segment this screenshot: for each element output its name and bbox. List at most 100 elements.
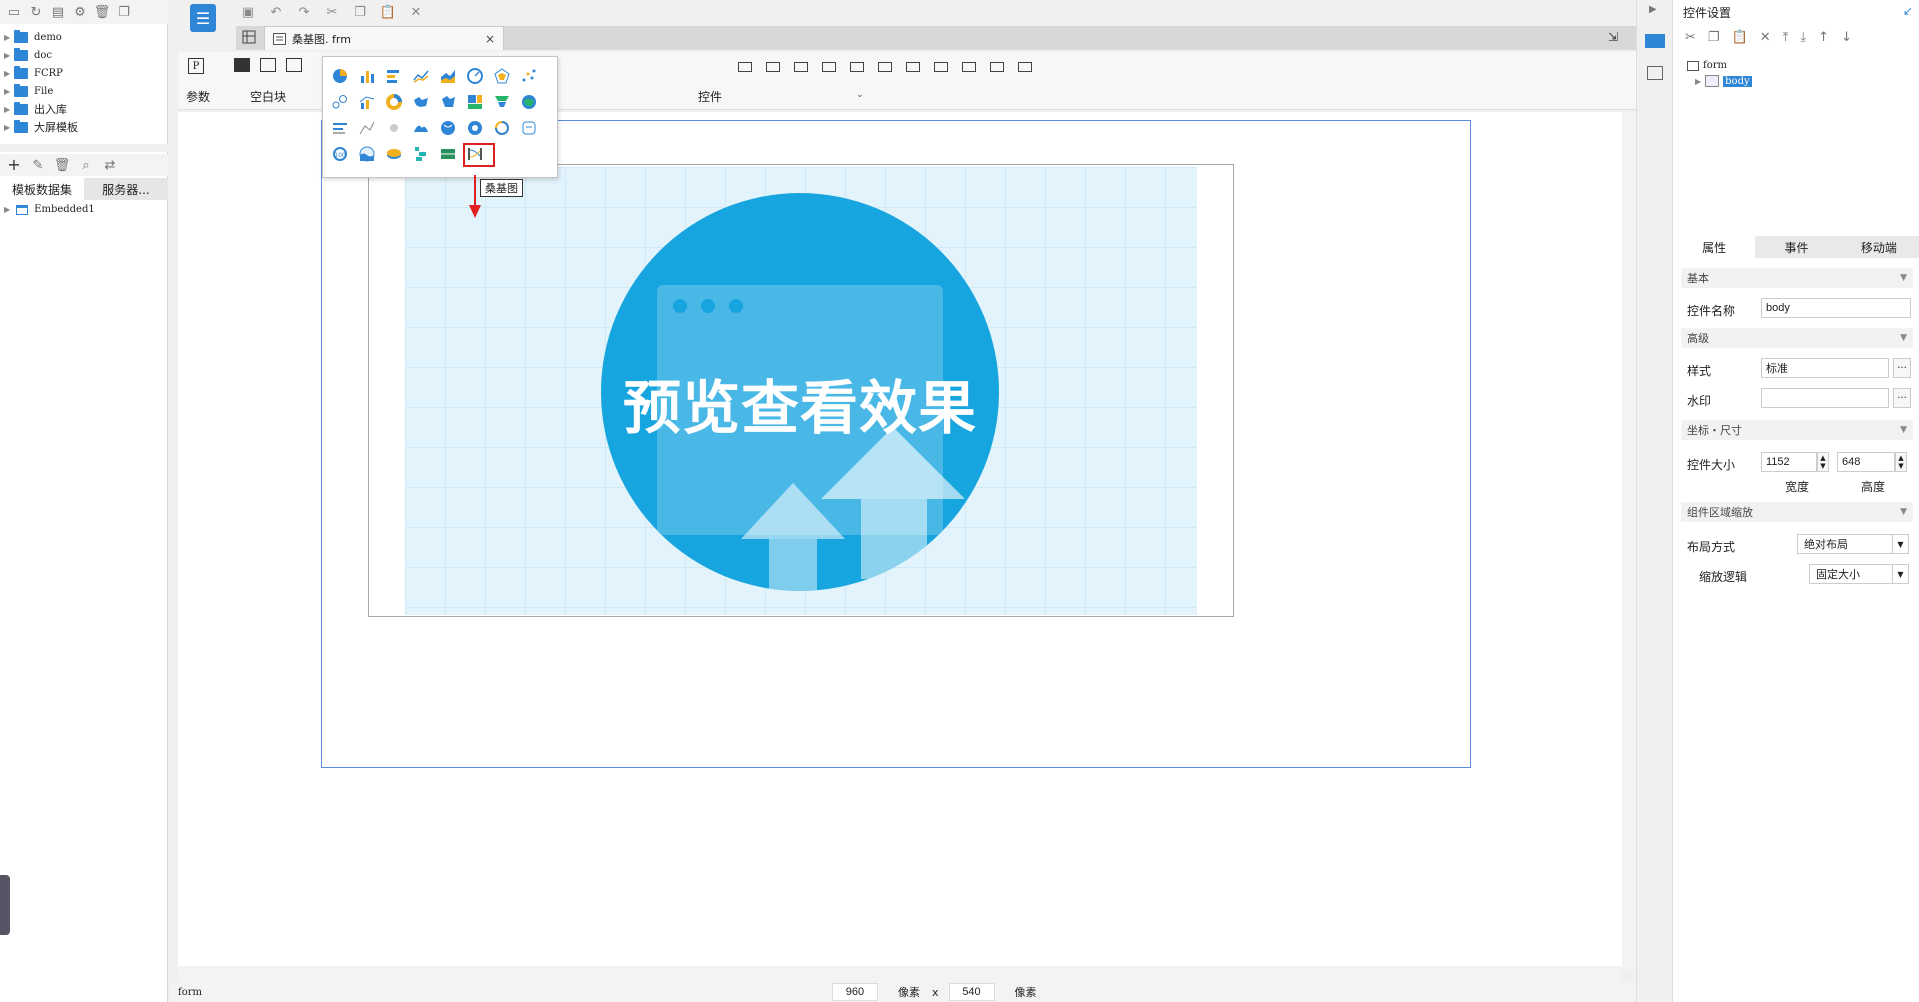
tree-child-body[interactable]: ▶ body [1695,75,1752,87]
style-input[interactable]: 标准 [1761,358,1889,378]
text-chart-icon[interactable] [520,119,538,137]
edit-icon[interactable]: ▤ [50,4,66,20]
combo-box-icon[interactable] [822,62,836,72]
grid-toggle-icon[interactable] [242,30,256,44]
scale-select[interactable]: 固定大小 ▼ [1809,564,1909,584]
tab-mobile[interactable]: 移动端 [1837,236,1919,258]
delete-dataset-icon[interactable]: 🗑 [54,157,71,173]
bar-chart-icon[interactable] [358,67,376,85]
section-position-size[interactable]: 坐标・尺寸 ▼ [1681,420,1913,440]
layout-select[interactable]: 绝对布局 ▼ [1797,534,1909,554]
tree-item-dashboard[interactable]: ▶ 大屏模板 [0,118,160,136]
tree-item-fcrp[interactable]: ▶ FCRP [0,64,160,82]
expand-arrow-icon[interactable]: ▶ [4,123,14,132]
app-logo-icon[interactable]: ☰ [190,4,216,32]
tree-item-doc[interactable]: ▶ doc [0,46,160,64]
expand-arrow-icon[interactable]: ▶ [4,69,14,78]
new-file-icon[interactable]: ▭ [6,4,22,20]
vertical-scrollbar[interactable] [1622,112,1636,970]
horizontal-scrollbar[interactable] [178,966,1622,982]
tree-root-form[interactable]: form [1687,60,1752,71]
width-stepper[interactable]: ▲ ▼ [1817,452,1829,472]
globe-chart-icon[interactable] [520,93,538,111]
3d-pie-icon[interactable] [385,145,403,163]
tab-server-dataset[interactable]: 服务器... [84,178,168,200]
blank-block-icon[interactable] [234,58,250,72]
tree-item-warehouse[interactable]: ▶ 出入库 [0,100,160,118]
expand-arrow-icon[interactable]: ▶ [4,87,14,96]
password-field-icon[interactable] [794,62,808,72]
split-block-icon[interactable] [260,58,276,72]
scatter-chart-icon[interactable] [520,67,538,85]
add-icon[interactable]: + [6,157,22,173]
paste-icon[interactable]: 📋 [1732,30,1748,45]
section-scaling[interactable]: 组件区域缩放 ▼ [1681,502,1913,522]
replace-dataset-icon[interactable]: ⇄ [102,157,118,173]
widget-settings-toggle-icon[interactable] [1645,34,1665,48]
area-chart-icon[interactable] [439,67,457,85]
refresh-icon[interactable]: ↻ [28,4,44,20]
checkbox-group-icon[interactable] [962,62,976,72]
copy-icon[interactable]: ❐ [1708,30,1720,45]
dataset-item[interactable]: ▶ Embedded1 [4,204,95,215]
region-map-icon[interactable] [439,93,457,111]
expand-arrow-icon[interactable]: ▶ [4,105,14,114]
delete-icon[interactable]: ✕ [408,4,424,20]
ring-progress-icon[interactable] [493,119,511,137]
delete-icon[interactable]: ✕ [1760,30,1771,45]
button-widget-icon[interactable] [906,62,920,72]
width-input[interactable]: 1152 [1761,452,1817,472]
point-map-icon[interactable] [385,119,403,137]
gauge-chart-icon[interactable] [466,67,484,85]
paste-icon[interactable]: 📋 [380,4,396,20]
flow-map-icon[interactable] [439,119,457,137]
earth-chart-icon[interactable] [466,119,484,137]
undo-icon[interactable]: ↶ [268,4,284,20]
sankey-highlight[interactable] [463,143,495,167]
treemap-chart-icon[interactable] [466,93,484,111]
pie-chart-icon[interactable] [331,67,349,85]
tab-sankey-frm[interactable]: 桑基图. frm × [264,26,504,50]
delete-icon[interactable]: 🗑 [94,4,111,20]
expand-arrow-icon[interactable]: ▶ [4,51,14,60]
tab-properties[interactable]: 属性 [1673,236,1756,258]
watermark-input[interactable] [1761,388,1889,408]
wordcloud-chart-icon[interactable] [358,119,376,137]
line-chart-icon[interactable] [412,67,430,85]
copy-icon[interactable]: ❐ [352,4,368,20]
radio-group-icon[interactable] [990,62,1004,72]
table-chart-icon[interactable] [439,145,457,163]
tab-template-dataset[interactable]: 模板数据集 [0,178,84,200]
dock-icon[interactable]: ↙ [1903,4,1913,18]
grid-block-icon[interactable] [286,58,302,72]
text-field-icon[interactable] [738,62,752,72]
section-basic[interactable]: 基本 ▼ [1681,268,1913,288]
heat-map-icon[interactable] [412,119,430,137]
height-stepper[interactable]: ▲ ▼ [1895,452,1907,472]
move-bottom-icon[interactable]: ⤓ [1800,30,1806,45]
canvas-height-input[interactable]: 540 [948,983,995,1001]
map-chart-icon[interactable] [412,93,430,111]
layout-toggle-icon[interactable] [1647,66,1663,80]
funnel-chart-icon[interactable] [493,93,511,111]
expand-arrow-icon[interactable]: ▶ [4,33,14,42]
frame-chart-icon[interactable] [331,119,349,137]
tab-menu-icon[interactable]: ⇲ [1608,30,1618,44]
copy-icon[interactable]: ❐ [116,4,132,20]
liquid-chart-icon[interactable] [358,145,376,163]
search-widget-icon[interactable] [1018,62,1032,72]
expand-arrow-icon[interactable]: ▶ [1695,77,1701,86]
param-button[interactable]: P [188,58,204,74]
height-input[interactable]: 648 [1837,452,1895,472]
watermark-more-button[interactable]: ··· [1893,388,1911,408]
section-advanced[interactable]: 高级 ▼ [1681,328,1913,348]
panel-splitter[interactable] [0,144,168,152]
collapse-right-icon[interactable]: ▶ [1649,4,1657,15]
date-picker-icon[interactable] [850,62,864,72]
move-up-icon[interactable]: ↑ [1818,30,1829,45]
gantt-chart-icon[interactable] [412,145,430,163]
close-tab-icon[interactable]: × [485,32,495,46]
move-down-icon[interactable]: ↓ [1841,30,1852,45]
calendar-icon[interactable] [878,62,892,72]
side-handle[interactable] [0,875,10,935]
